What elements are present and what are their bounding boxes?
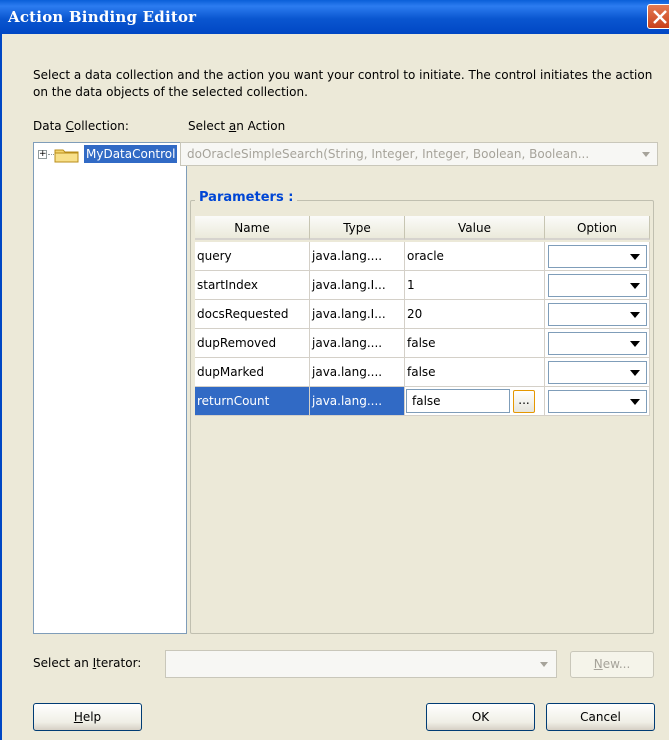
table-row[interactable]: dupRemoved java.lang.... false — [195, 329, 650, 358]
option-select[interactable] — [548, 390, 647, 413]
new-button[interactable]: New... — [570, 651, 654, 678]
action-select[interactable]: doOracleSimpleSearch(String, Integer, In… — [180, 142, 658, 166]
help-button[interactable]: Help — [33, 703, 142, 731]
dropdown-arrow-icon — [630, 399, 640, 405]
data-collection-label: Data Collection: — [33, 119, 129, 133]
dropdown-arrow-icon — [630, 312, 640, 318]
window-title: Action Binding Editor — [8, 8, 197, 26]
iterator-label: Select an Iterator: — [33, 656, 142, 670]
close-button[interactable] — [647, 4, 669, 29]
param-name: dupRemoved — [195, 329, 310, 358]
option-select[interactable] — [548, 245, 647, 268]
option-select[interactable] — [548, 274, 647, 297]
param-name: query — [195, 242, 310, 271]
chevron-down-icon — [642, 152, 650, 157]
title-bar: Action Binding Editor — [0, 0, 669, 34]
tree-item-mydatacontrol[interactable]: MyDataControl — [84, 145, 178, 163]
column-header-type[interactable]: Type — [310, 216, 405, 240]
table-row[interactable]: docsRequested java.lang.I... 20 — [195, 300, 650, 329]
param-type: java.lang.I... — [310, 271, 405, 300]
close-icon — [653, 10, 667, 24]
action-select-value: doOracleSimpleSearch(String, Integer, In… — [187, 147, 590, 161]
table-row-selected[interactable]: returnCount java.lang.... false ... — [195, 387, 650, 416]
param-value[interactable]: 20 — [405, 300, 545, 329]
description-text: Select a data collection and the action … — [33, 68, 653, 99]
select-action-label: Select an Action — [188, 119, 286, 133]
option-select[interactable] — [548, 332, 647, 355]
option-select[interactable] — [548, 361, 647, 384]
param-name: dupMarked — [195, 358, 310, 387]
param-type: java.lang.... — [310, 358, 405, 387]
cancel-button[interactable]: Cancel — [546, 703, 655, 731]
data-collection-tree[interactable]: + MyDataControl — [33, 142, 187, 634]
param-name: docsRequested — [195, 300, 310, 329]
ellipsis-button[interactable]: ... — [513, 390, 535, 413]
ok-button[interactable]: OK — [426, 703, 535, 731]
column-header-option[interactable]: Option — [545, 216, 650, 240]
column-header-name[interactable]: Name — [195, 216, 310, 240]
param-value[interactable]: false — [405, 358, 545, 387]
option-select[interactable] — [548, 303, 647, 326]
iterator-select[interactable] — [165, 650, 557, 678]
dropdown-arrow-icon — [630, 341, 640, 347]
chevron-down-icon — [540, 662, 548, 667]
dropdown-arrow-icon — [630, 283, 640, 289]
param-name: returnCount — [195, 387, 310, 416]
table-header: Name Type Value Option — [195, 216, 650, 240]
param-value[interactable]: oracle — [405, 242, 545, 271]
folder-icon — [54, 149, 79, 163]
param-type: java.lang.... — [310, 387, 405, 416]
param-value[interactable]: false — [405, 329, 545, 358]
dropdown-arrow-icon — [630, 370, 640, 376]
param-type: java.lang.... — [310, 242, 405, 271]
param-value[interactable]: 1 — [405, 271, 545, 300]
table-row[interactable]: dupMarked java.lang.... false — [195, 358, 650, 387]
table-row[interactable]: startIndex java.lang.I... 1 — [195, 271, 650, 300]
table-row[interactable]: query java.lang.... oracle — [195, 242, 650, 271]
param-type: java.lang.I... — [310, 300, 405, 329]
param-name: startIndex — [195, 271, 310, 300]
parameters-title: Parameters : — [195, 190, 298, 205]
param-type: java.lang.... — [310, 329, 405, 358]
expand-icon[interactable]: + — [38, 150, 47, 159]
column-header-value[interactable]: Value — [405, 216, 545, 240]
dropdown-arrow-icon — [630, 254, 640, 260]
param-value-input[interactable]: false — [406, 389, 510, 413]
